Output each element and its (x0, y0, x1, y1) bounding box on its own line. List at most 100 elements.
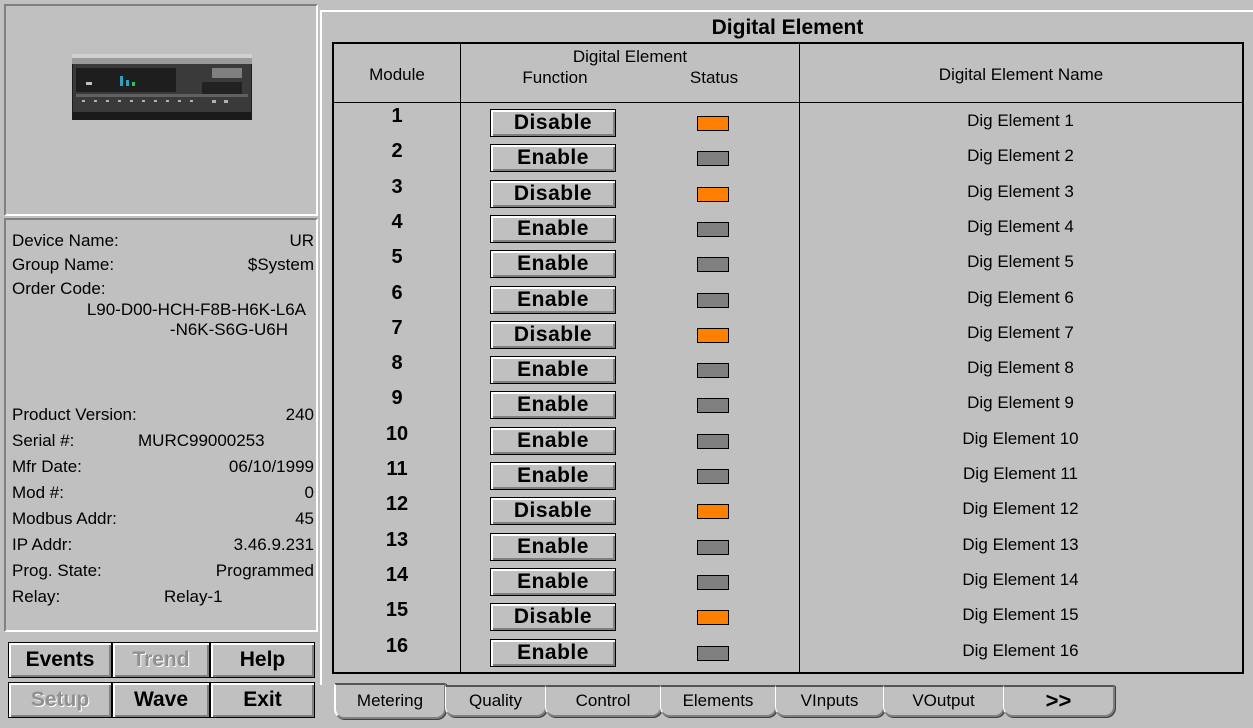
table-row: 11 Enable Dig Element 11 (334, 458, 1242, 494)
modbus-label: Modbus Addr: (12, 509, 117, 528)
relay-label: Relay: (12, 587, 61, 606)
ip-value: 3.46.9.231 (233, 535, 314, 554)
tab-quality[interactable]: Quality (445, 685, 547, 717)
device-name-label: Device Name: (12, 231, 119, 250)
function-toggle-button[interactable]: Enable (490, 356, 616, 385)
module-number: 7 (391, 316, 403, 339)
relay-row: Relay: Relay-1 (12, 586, 314, 608)
ip-label: IP Addr: (12, 535, 73, 554)
module-number: 6 (391, 281, 403, 304)
order-code-line1: L90-D00-HCH-F8B-H6K-L6A (86, 300, 306, 319)
function-toggle-button[interactable]: Enable (490, 638, 616, 667)
tab-metering[interactable]: Metering (334, 683, 446, 719)
prog-state-row: Prog. State: Programmed (12, 560, 314, 582)
status-indicator (697, 610, 729, 626)
table-row: 5 Enable Dig Element 5 (334, 246, 1242, 282)
relay-value: Relay-1 (164, 587, 223, 606)
element-name: Dig Element 5 (967, 252, 1074, 272)
tab-vinputs[interactable]: VInputs (775, 685, 885, 717)
status-indicator (697, 257, 729, 273)
table-row: 10 Enable Dig Element 10 (334, 423, 1242, 459)
header-digital-element: Digital Element (572, 47, 688, 66)
function-toggle-button[interactable]: Enable (490, 214, 616, 243)
function-toggle-button[interactable]: Disable (490, 109, 616, 137)
table-row: 12 Disable Dig Element 12 (334, 493, 1242, 529)
group-name-label: Group Name: (12, 255, 115, 274)
serial-label: Serial #: (12, 431, 75, 450)
product-version-value: 240 (285, 405, 314, 424)
module-number: 12 (385, 493, 409, 516)
module-number: 5 (391, 246, 403, 269)
element-name: Dig Element 6 (967, 287, 1074, 307)
tab-bar: Metering Quality Control Elements VInputs VOu… (320, 683, 1253, 728)
module-number: 16 (385, 634, 409, 657)
module-number: 1 (391, 105, 403, 127)
status-indicator (697, 574, 729, 590)
events-button[interactable]: Events (8, 642, 112, 678)
function-toggle-button[interactable]: Enable (490, 567, 616, 596)
function-toggle-button[interactable]: Enable (490, 426, 616, 455)
table-row: 1 Disable Dig Element 1 (334, 105, 1242, 141)
device-image-panel (4, 4, 318, 216)
module-number: 4 (391, 210, 403, 233)
help-button[interactable]: Help (210, 642, 315, 678)
function-toggle-button[interactable]: Enable (490, 250, 616, 279)
digital-element-panel: Digital Element Module Digital Element F… (320, 10, 1253, 685)
setup-button[interactable]: Setup (8, 682, 112, 718)
status-indicator (697, 292, 729, 308)
trend-button[interactable]: Trend (112, 642, 210, 678)
table-row: 8 Enable Dig Element 8 (334, 352, 1242, 388)
order-code-line2: -N6K-S6G-U6H (169, 320, 288, 339)
status-indicator (697, 539, 729, 555)
function-toggle-button[interactable]: Disable (490, 320, 616, 349)
function-toggle-button[interactable]: Enable (490, 285, 616, 314)
tab-control[interactable]: Control (545, 685, 662, 717)
table-row: 16 Enable Dig Element 16 (334, 634, 1242, 671)
group-name-value: $System (247, 255, 314, 274)
element-name: Dig Element 13 (962, 534, 1079, 554)
ip-row: IP Addr: 3.46.9.231 (12, 534, 314, 556)
function-toggle-button[interactable]: Enable (490, 532, 616, 561)
table-row: 7 Disable Dig Element 7 (334, 316, 1242, 353)
status-indicator (697, 433, 729, 449)
mfr-date-value: 06/10/1999 (228, 457, 314, 476)
status-indicator (697, 645, 729, 661)
status-indicator (697, 186, 729, 202)
function-toggle-button[interactable]: Disable (490, 603, 616, 632)
table-row: 14 Enable Dig Element 14 (334, 564, 1242, 600)
function-toggle-button[interactable]: Disable (490, 497, 616, 526)
device-name-row: Device Name: UR (12, 230, 314, 252)
tab-more[interactable]: >> (1003, 685, 1115, 717)
status-indicator (697, 398, 729, 414)
tab-voutput[interactable]: VOutput (883, 685, 1005, 717)
status-indicator (697, 469, 729, 484)
status-indicator (697, 151, 729, 167)
mod-row: Mod #: 0 (12, 482, 314, 504)
serial-value: MURC99000253 (138, 431, 265, 450)
exit-button[interactable]: Exit (210, 682, 315, 718)
tab-elements[interactable]: Elements (660, 685, 777, 717)
module-number: 2 (391, 140, 403, 163)
module-number: 9 (391, 387, 403, 410)
element-name: Dig Element 16 (962, 640, 1079, 660)
status-indicator (697, 363, 729, 379)
product-version-label: Product Version: (12, 405, 137, 424)
element-name: Dig Element 15 (962, 605, 1079, 625)
function-toggle-button[interactable]: Enable (490, 144, 616, 173)
function-toggle-button[interactable]: Enable (490, 462, 616, 490)
wave-button[interactable]: Wave (112, 682, 210, 718)
digital-element-table: Module Digital Element Function Status D… (332, 42, 1244, 674)
mod-label: Mod #: (12, 483, 64, 502)
mfr-date-row: Mfr Date: 06/10/1999 (12, 456, 314, 478)
group-name-row: Group Name: $System (12, 254, 314, 276)
function-toggle-button[interactable]: Enable (490, 391, 616, 420)
module-number: 15 (385, 599, 409, 622)
function-toggle-button[interactable]: Disable (490, 179, 616, 208)
element-name: Dig Element 9 (967, 393, 1074, 413)
header-element-name: Digital Element Name (938, 65, 1104, 84)
modbus-row: Modbus Addr: 45 (12, 508, 314, 530)
module-number: 11 (386, 458, 408, 480)
mod-value: 0 (304, 483, 314, 502)
header-divider (334, 102, 1242, 103)
status-indicator (697, 221, 729, 237)
